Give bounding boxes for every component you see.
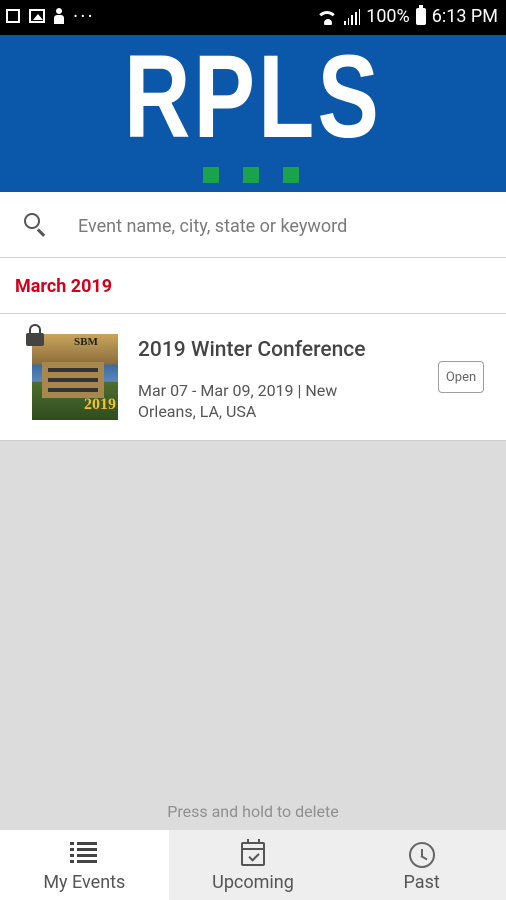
tab-label-upcoming: Upcoming: [212, 872, 294, 893]
brand-header: RPLS: [0, 35, 506, 192]
delete-hint: Press and hold to delete: [167, 802, 339, 821]
tab-label-my-events: My Events: [43, 872, 126, 893]
thumbnail-text-top: SBM: [74, 336, 98, 348]
tab-upcoming[interactable]: Upcoming: [169, 830, 338, 900]
tab-label-past: Past: [403, 872, 440, 893]
battery-icon: [415, 5, 426, 25]
search-bar: [0, 192, 506, 258]
tab-past[interactable]: Past: [337, 830, 506, 900]
event-title: 2019 Winter Conference: [138, 338, 366, 362]
battery-percent: 100%: [366, 6, 410, 27]
month-label: March 2019: [15, 276, 113, 297]
search-input[interactable]: [76, 210, 480, 242]
open-button[interactable]: Open: [438, 361, 484, 393]
event-dates-location: Mar 07 - Mar 09, 2019 | New Orleans, LA,…: [138, 381, 338, 421]
thumbnail-text-year: 2019: [84, 396, 116, 413]
overflow-dots: ···: [73, 4, 95, 28]
clock-time: 6:13 PM: [431, 6, 498, 27]
flipboard-icon: [6, 9, 20, 23]
tab-my-events[interactable]: My Events: [0, 830, 169, 900]
wifi-icon: [318, 9, 339, 25]
logo-accent-squares: [203, 167, 299, 183]
lock-icon: [25, 324, 45, 346]
calendar-check-icon: [240, 839, 265, 866]
list-icon: [70, 842, 98, 864]
person-icon: [54, 8, 64, 24]
event-list-item[interactable]: SBM 2019 2019 Winter Conference Mar 07 -…: [0, 314, 506, 441]
bottom-tab-bar: My Events Upcoming Past: [0, 830, 506, 900]
clock-icon: [408, 842, 435, 868]
status-bar: ··· 100% 6:13 PM: [0, 0, 506, 35]
app-logo: RPLS: [124, 31, 382, 163]
month-header: March 2019: [0, 258, 506, 314]
search-icon[interactable]: [24, 213, 40, 229]
signal-icon: [344, 8, 361, 25]
image-icon: [29, 9, 45, 23]
event-thumbnail: SBM 2019: [32, 334, 118, 420]
